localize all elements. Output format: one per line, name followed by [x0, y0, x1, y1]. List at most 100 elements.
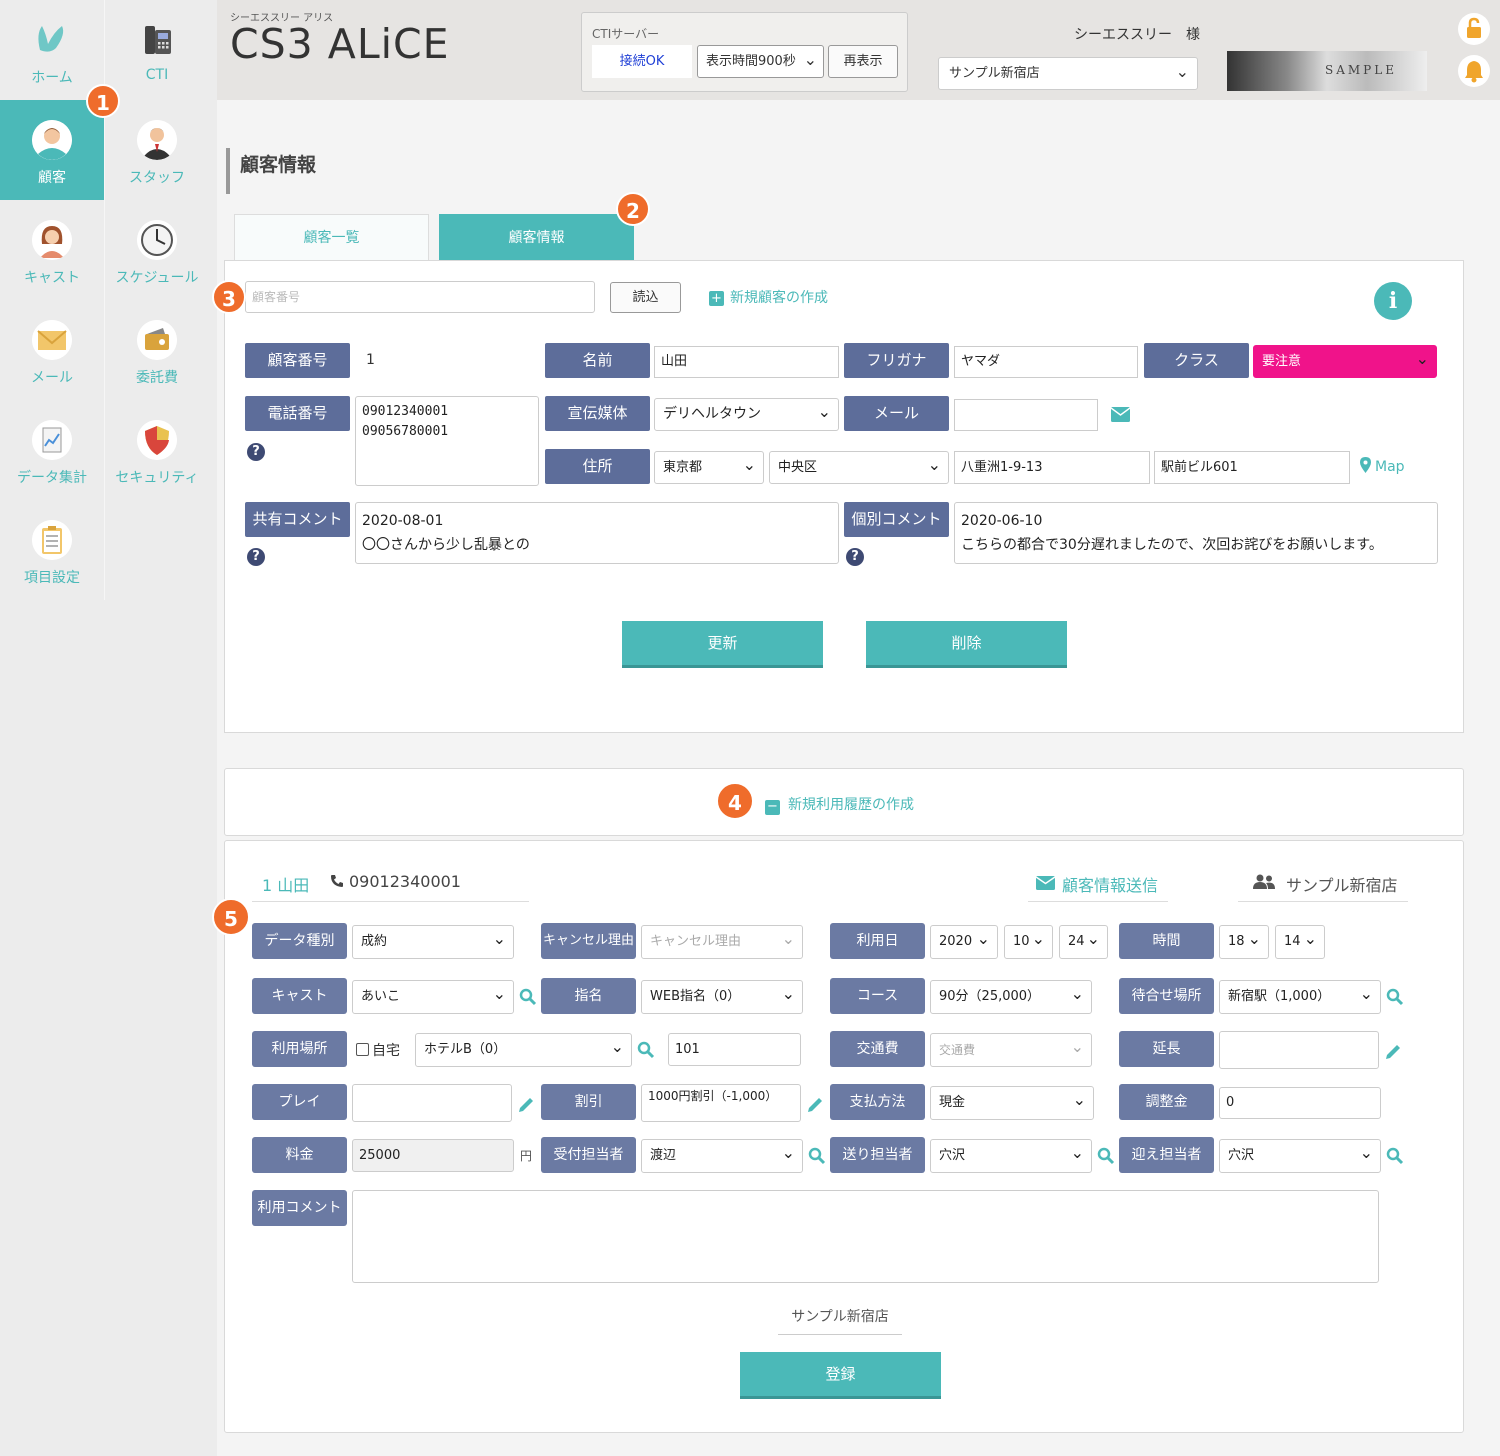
kana-input[interactable]: ヤマダ: [954, 346, 1138, 378]
new-customer-link[interactable]: + 新規顧客の作成: [709, 287, 828, 307]
delete-button[interactable]: 削除: [866, 621, 1067, 668]
private-comment-textarea[interactable]: 2020-06-10 こちらの都合で30分遅れましたので、次回お詫びをお願いしま…: [954, 502, 1438, 564]
customer-number-search-input[interactable]: 顧客番号: [245, 281, 595, 313]
day-value: 24: [1068, 934, 1085, 949]
course-value: 90分（25,000）: [939, 989, 1041, 1004]
meet-place-select[interactable]: 新宿駅（1,000）: [1219, 980, 1381, 1014]
sidebar-item-customer[interactable]: 顧客: [0, 100, 104, 200]
help-icon[interactable]: ?: [247, 443, 265, 461]
help-icon[interactable]: ?: [247, 548, 265, 566]
name-input[interactable]: 山田: [654, 346, 839, 378]
extension-input[interactable]: [1219, 1031, 1379, 1069]
discount-input[interactable]: 1000円割引（-1,000）: [641, 1084, 801, 1122]
search-icon[interactable]: [519, 988, 537, 1006]
street-input[interactable]: 八重洲1-9-13: [954, 451, 1150, 484]
tab-customer-info[interactable]: 顧客情報: [439, 214, 634, 261]
minute-select[interactable]: 14: [1275, 925, 1325, 959]
usage-comment-textarea[interactable]: [352, 1190, 1379, 1283]
class-select-value: 要注意: [1262, 354, 1302, 369]
update-button[interactable]: 更新: [622, 621, 823, 668]
search-icon[interactable]: [1386, 1147, 1404, 1165]
data-type-select[interactable]: 成約: [352, 925, 514, 959]
send-info-label: 顧客情報送信: [1062, 876, 1159, 895]
sidebar-item-label: CTI: [145, 67, 169, 83]
read-button[interactable]: 読込: [610, 282, 681, 313]
sidebar-item-staff[interactable]: スタッフ: [105, 100, 209, 200]
search-icon[interactable]: [1097, 1147, 1115, 1165]
display-time-select[interactable]: 表示時間900秒 ⌄: [697, 45, 824, 78]
class-select[interactable]: 要注意: [1253, 345, 1437, 378]
search-placeholder: 顧客番号: [252, 290, 301, 304]
sidebar-item-mail[interactable]: メール: [0, 300, 104, 400]
map-link[interactable]: Map: [1360, 457, 1405, 475]
reception-select[interactable]: 渡辺: [641, 1139, 803, 1173]
building-input[interactable]: 駅前ビル601: [1154, 451, 1350, 484]
send-staff-select[interactable]: 穴沢: [930, 1139, 1092, 1173]
sidebar-item-schedule[interactable]: スケジュール: [105, 200, 209, 300]
header: シーエススリー アリス CS3 ALiCE CTIサーバー 接続OK 表示時間9…: [217, 0, 1500, 100]
info-icon[interactable]: i: [1374, 282, 1412, 320]
prefecture-select[interactable]: 東京都: [654, 451, 764, 484]
fee-label: 料金: [252, 1137, 347, 1173]
help-icon[interactable]: ?: [846, 548, 864, 566]
meet-place-value: 新宿駅（1,000）: [1228, 989, 1331, 1004]
search-icon[interactable]: [808, 1147, 826, 1165]
sidebar-item-data-summary[interactable]: データ集計: [0, 400, 104, 500]
sidebar-item-label: スケジュール: [115, 270, 199, 286]
room-number-input[interactable]: 101: [668, 1033, 801, 1066]
cast-select[interactable]: あいこ: [352, 980, 514, 1014]
envelope-icon: [1036, 876, 1055, 890]
ward-value: 中央区: [778, 460, 818, 475]
bell-icon[interactable]: [1458, 55, 1490, 87]
customer-id-label: 顧客番号: [245, 343, 350, 378]
sidebar-item-commission[interactable]: 委託費: [105, 300, 209, 400]
new-history-link[interactable]: − 新規利用履歴の作成: [765, 794, 914, 815]
hotel-select[interactable]: ホテルB（0）: [415, 1033, 632, 1067]
clock-icon: [137, 220, 177, 260]
year-select[interactable]: 2020: [930, 925, 998, 959]
minute-value: 14: [1284, 934, 1301, 949]
cast-label: キャスト: [252, 978, 347, 1014]
search-icon[interactable]: [637, 1041, 655, 1059]
mail-input[interactable]: [954, 399, 1098, 431]
sidebar-item-security[interactable]: セキュリティ: [105, 400, 209, 500]
refresh-button[interactable]: 再表示: [828, 45, 898, 78]
cancel-reason-select[interactable]: キャンセル理由: [641, 925, 803, 959]
search-icon[interactable]: [1386, 988, 1404, 1006]
hour-select[interactable]: 18: [1219, 925, 1269, 959]
day-select[interactable]: 24: [1059, 925, 1108, 959]
send-customer-info-link[interactable]: 顧客情報送信: [1028, 860, 1168, 902]
ward-select[interactable]: 中央区: [769, 451, 949, 484]
media-select[interactable]: デリヘルタウン: [654, 398, 839, 431]
pickup-staff-select[interactable]: 穴沢: [1219, 1139, 1381, 1173]
pencil-icon[interactable]: [806, 1096, 824, 1114]
home-checkbox[interactable]: [356, 1043, 369, 1056]
envelope-icon[interactable]: [1111, 407, 1130, 422]
phone-label: 電話番号: [245, 396, 350, 431]
pencil-icon[interactable]: [1384, 1043, 1402, 1061]
month-select[interactable]: 10: [1004, 925, 1053, 959]
phone-numbers-textarea[interactable]: 09012340001 09056780001: [355, 396, 539, 486]
store-select[interactable]: サンプル新宿店 ⌄: [938, 57, 1198, 90]
pencil-icon[interactable]: [517, 1096, 535, 1114]
sidebar-item-home[interactable]: ホーム: [0, 0, 104, 100]
transport-select[interactable]: 交通費: [930, 1033, 1092, 1067]
unlock-icon[interactable]: [1458, 13, 1490, 45]
yen-unit: 円: [520, 1149, 533, 1163]
adjust-input[interactable]: 0: [1219, 1087, 1381, 1119]
sidebar-item-cast[interactable]: キャスト: [0, 200, 104, 300]
course-select[interactable]: 90分（25,000）: [930, 980, 1092, 1014]
payment-select[interactable]: 現金: [930, 1086, 1094, 1120]
customer-ref[interactable]: 1 山田: [262, 872, 309, 896]
play-label: プレイ: [252, 1084, 347, 1120]
clipboard-icon: [32, 520, 72, 560]
sidebar-item-cti[interactable]: CTI: [105, 0, 209, 100]
nomination-select[interactable]: WEB指名（0）: [641, 980, 803, 1014]
tab-customer-list[interactable]: 顧客一覧: [234, 214, 429, 261]
play-input[interactable]: [352, 1084, 512, 1122]
year-value: 2020: [939, 934, 973, 949]
sidebar-item-settings[interactable]: 項目設定: [0, 500, 104, 600]
shared-comment-textarea[interactable]: 2020-08-01 〇〇さんから少し乱暴との: [355, 502, 839, 564]
register-button[interactable]: 登録: [740, 1352, 941, 1399]
kana-label: フリガナ: [844, 343, 949, 378]
